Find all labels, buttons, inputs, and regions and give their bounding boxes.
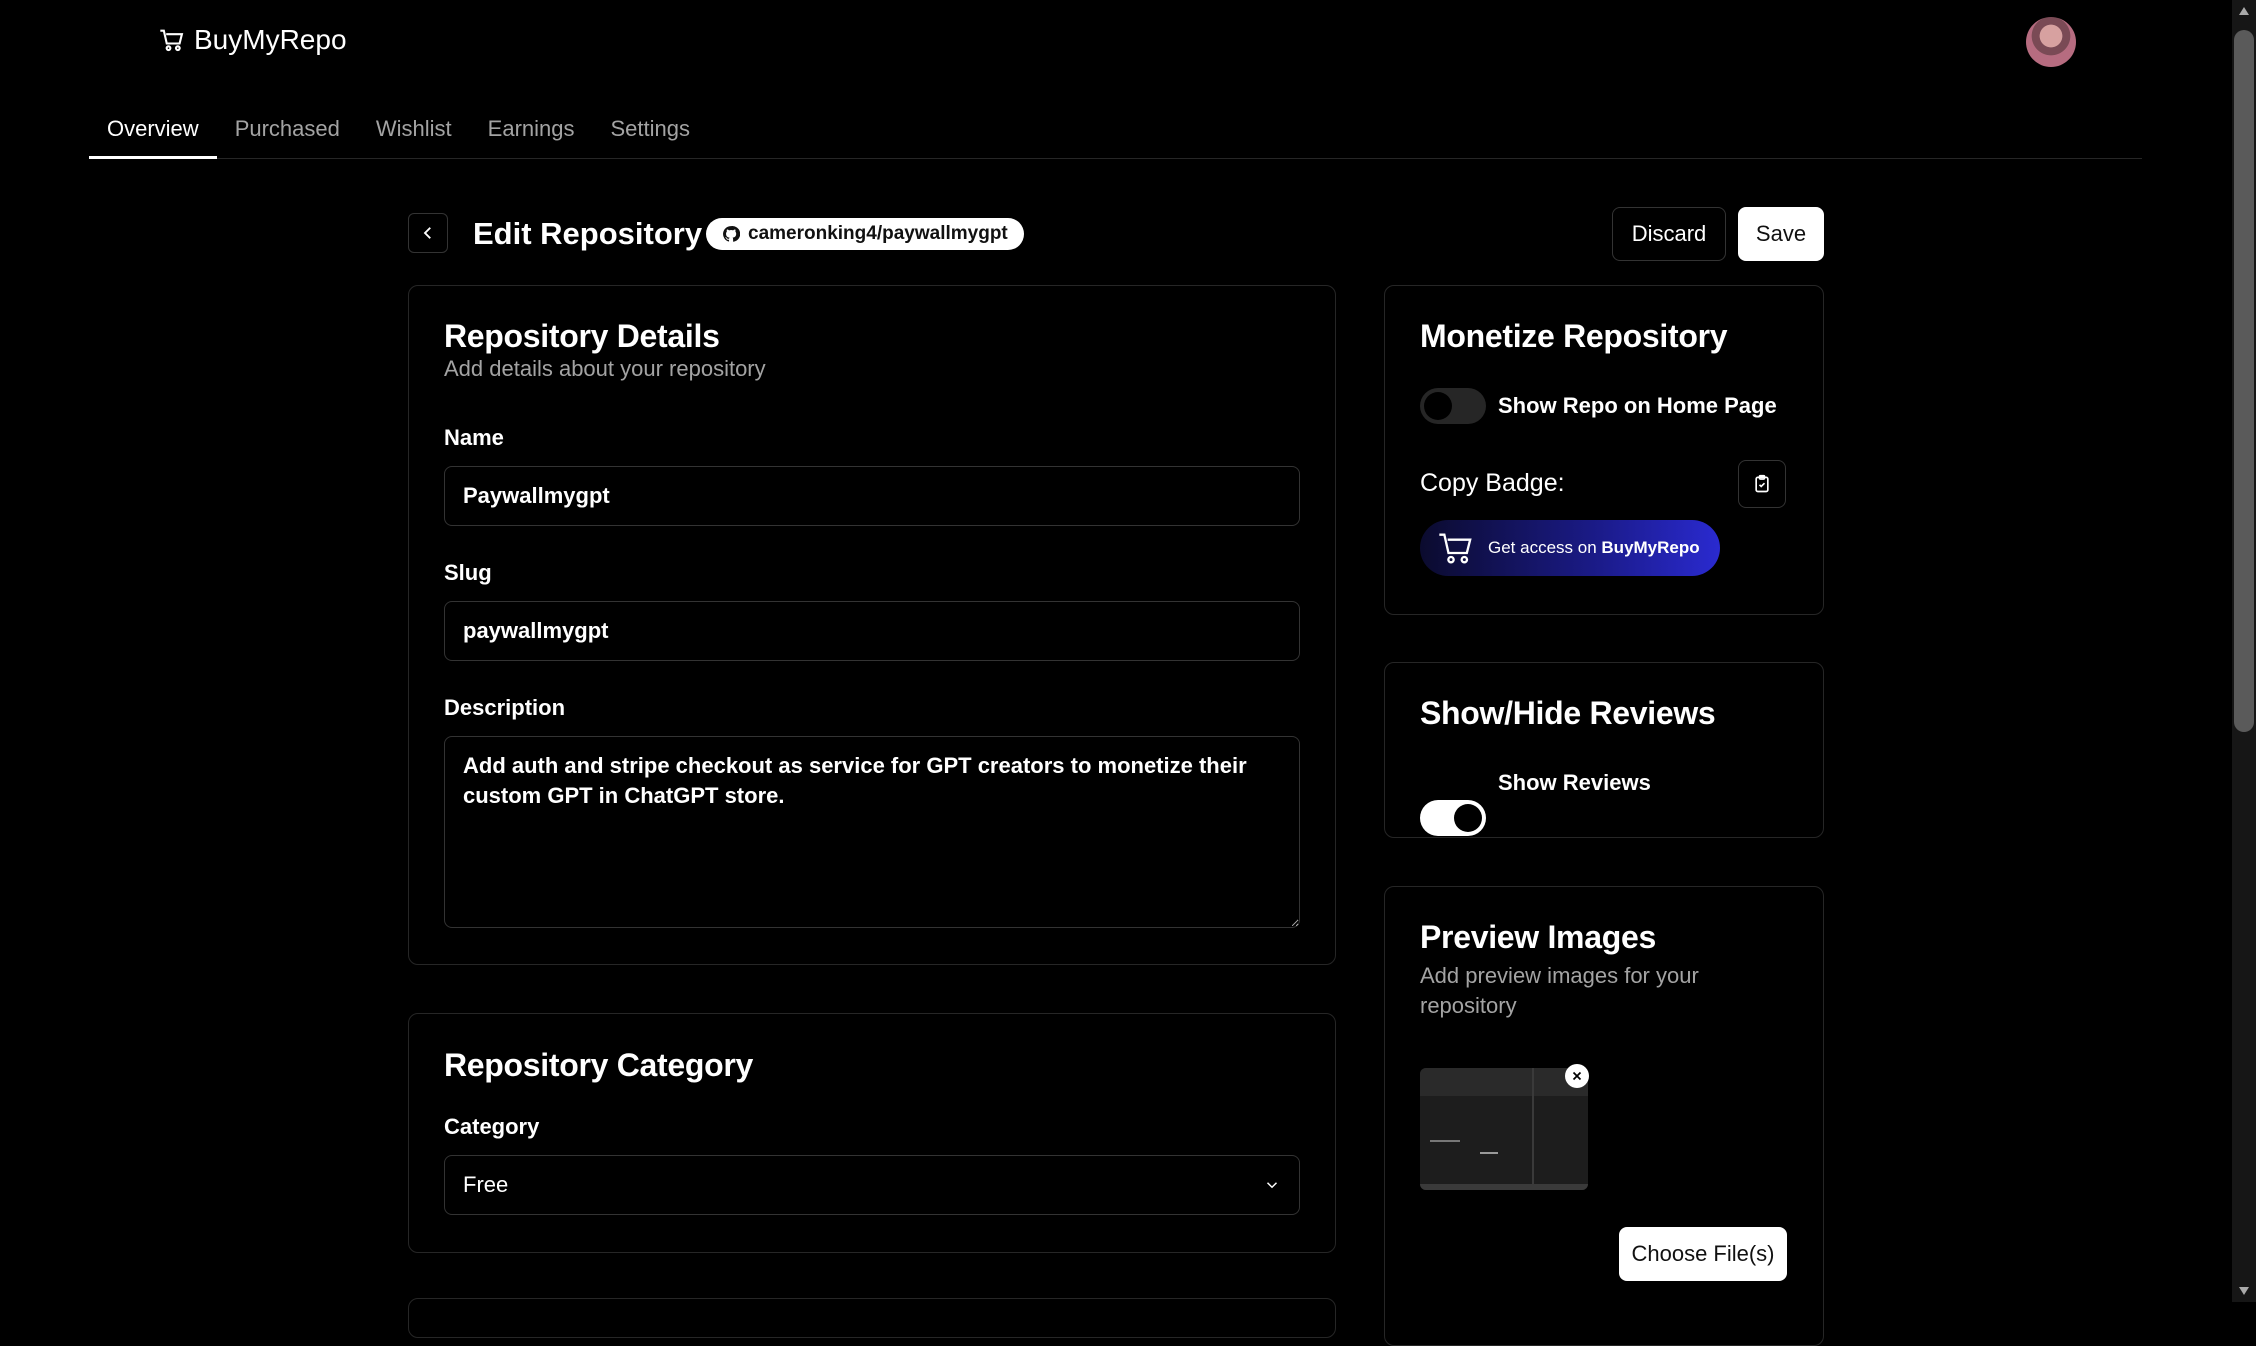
github-icon: [723, 226, 740, 242]
show-reviews-toggle[interactable]: [1420, 800, 1486, 836]
preview-title: Preview Images: [1420, 919, 1656, 955]
scrollbar-thumb[interactable]: [2234, 30, 2254, 732]
slug-input[interactable]: [444, 601, 1300, 661]
tab-settings[interactable]: Settings: [593, 100, 709, 158]
category-selected-value: Free: [463, 1172, 509, 1197]
tab-overview[interactable]: Overview: [89, 100, 217, 159]
monetize-title: Monetize Repository: [1420, 318, 1728, 354]
category-select[interactable]: Free: [444, 1155, 1300, 1215]
show-home-toggle[interactable]: [1420, 388, 1486, 424]
app-logo[interactable]: BuyMyRepo: [158, 24, 347, 56]
chevron-down-icon: [1266, 1182, 1278, 1189]
choose-files-button[interactable]: Choose File(s): [1619, 1227, 1787, 1281]
category-title: Repository Category: [444, 1047, 754, 1083]
slug-label: Slug: [444, 560, 492, 585]
preview-image-thumbnail[interactable]: [1420, 1068, 1588, 1190]
scroll-up-icon[interactable]: [2236, 4, 2252, 18]
tab-wishlist[interactable]: Wishlist: [358, 100, 470, 158]
description-textarea[interactable]: Add auth and stripe checkout as service …: [444, 736, 1300, 928]
avatar[interactable]: [2026, 17, 2076, 67]
name-input[interactable]: [444, 466, 1300, 526]
details-title: Repository Details: [444, 318, 720, 354]
buymyrepo-badge[interactable]: Get access on BuyMyRepo: [1420, 520, 1720, 576]
badge-prefix: Get access on: [1488, 538, 1597, 557]
copy-badge-button[interactable]: [1738, 460, 1786, 508]
discard-button[interactable]: Discard: [1612, 207, 1726, 261]
nav-tabs: Overview Purchased Wishlist Earnings Set…: [89, 100, 2142, 159]
tab-earnings[interactable]: Earnings: [470, 100, 593, 158]
repo-link-pill[interactable]: cameronking4/paywallmygpt: [706, 218, 1024, 250]
app-name: BuyMyRepo: [194, 24, 347, 55]
repo-full-name: cameronking4/paywallmygpt: [748, 223, 1008, 244]
reviews-title: Show/Hide Reviews: [1420, 695, 1716, 731]
remove-image-button[interactable]: [1565, 1064, 1589, 1088]
next-card-edge: [408, 1298, 1336, 1338]
badge-brand: BuyMyRepo: [1601, 538, 1700, 557]
cart-icon: [160, 29, 184, 52]
description-label: Description: [444, 695, 566, 720]
back-button[interactable]: [408, 213, 448, 253]
close-icon: [1572, 1071, 1582, 1081]
tab-purchased[interactable]: Purchased: [217, 100, 358, 158]
copy-badge-label: Copy Badge:: [1420, 469, 1565, 497]
name-label: Name: [444, 425, 504, 450]
show-home-label: Show Repo on Home Page: [1498, 393, 1777, 418]
scroll-down-icon[interactable]: [2236, 1284, 2252, 1298]
cart-icon: [1439, 533, 1472, 564]
chevron-left-icon: [423, 227, 431, 239]
save-button[interactable]: Save: [1738, 207, 1824, 261]
badge-text: Get access on BuyMyRepo: [1488, 538, 1700, 558]
page-title: Edit Repository: [473, 216, 703, 251]
show-reviews-label: Show Reviews: [1498, 770, 1651, 795]
details-subtitle: Add details about your repository: [444, 356, 766, 381]
category-label: Category: [444, 1114, 540, 1139]
clipboard-icon: [1755, 474, 1769, 493]
preview-subtitle: Add preview images for your repository: [1420, 963, 1699, 1018]
